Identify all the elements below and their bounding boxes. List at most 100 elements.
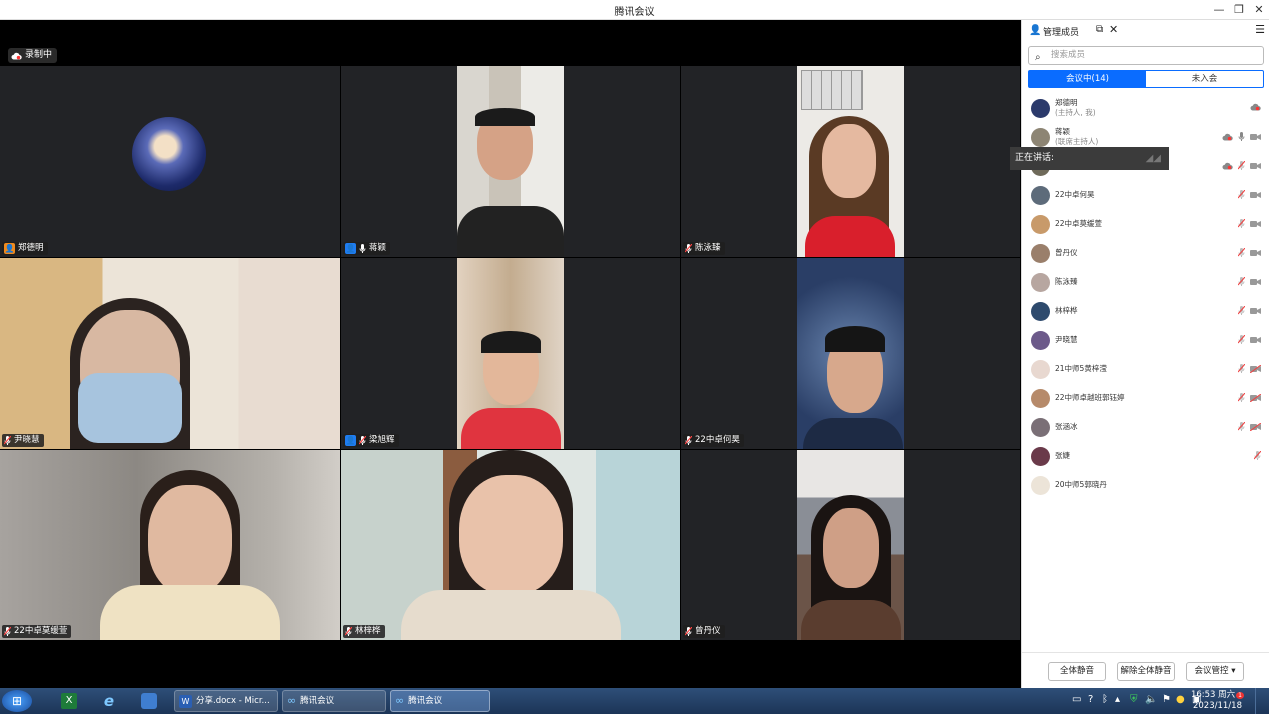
search-icon: ⌕ <box>1035 52 1041 63</box>
member-row[interactable]: 陈泳臻 <box>1022 268 1269 297</box>
video-tile[interactable]: 22中卓何昊 <box>681 258 1021 450</box>
camera-off-icon[interactable] <box>1249 393 1262 404</box>
video-tile[interactable]: 👤 蒋颖 <box>341 66 681 258</box>
excel-taskbar-icon[interactable]: X <box>52 690 86 712</box>
clock[interactable]: 16:53 周六 1 2023/11/18 <box>1191 690 1244 712</box>
bluetooth-icon[interactable]: ᛒ <box>1102 694 1108 705</box>
mic-muted-icon[interactable] <box>1237 160 1246 172</box>
video-tile[interactable]: 陈泳臻 <box>681 66 1021 258</box>
name-tag: 22中卓莫缓萱 <box>2 625 72 638</box>
member-row[interactable]: 张婕 <box>1022 442 1269 471</box>
tab-not-joined[interactable]: 未入会 <box>1146 71 1263 87</box>
camera-icon[interactable] <box>1250 133 1261 143</box>
avatar <box>1031 186 1050 205</box>
member-row[interactable]: 22中卓莫缓萱 <box>1022 210 1269 239</box>
camera-icon[interactable] <box>1250 336 1261 346</box>
member-row[interactable]: 郑德明 (主持人, 我) <box>1022 94 1269 123</box>
name-tag: 曾丹仪 <box>683 625 725 638</box>
speaking-tooltip: 正在讲话: ◢◢ <box>1010 147 1169 170</box>
mic-muted-icon[interactable] <box>1253 450 1262 462</box>
member-row[interactable]: 21中师5黄梓滢 <box>1022 355 1269 384</box>
participant-name: 蒋颖 <box>369 243 387 253</box>
member-name: 林梓桦 <box>1055 306 1078 315</box>
close-panel-icon[interactable]: ✕ <box>1109 23 1118 36</box>
member-row[interactable]: 尹晓慧 <box>1022 326 1269 355</box>
avatar <box>1031 215 1050 234</box>
member-name: 郑德明 <box>1055 98 1078 107</box>
camera-icon[interactable] <box>1250 220 1261 230</box>
taskbar-item-meeting[interactable]: ∞ 腾讯会议 <box>282 690 386 712</box>
member-row[interactable]: 20中师5郭晓丹 <box>1022 471 1269 500</box>
face <box>148 485 232 595</box>
video-feed <box>457 258 564 449</box>
member-name: 22中卓何昊 <box>1055 190 1095 199</box>
taskbar-item-label: 腾讯会议 <box>300 696 335 706</box>
video-tile[interactable]: 曾丹仪 <box>681 450 1021 641</box>
body <box>401 590 621 640</box>
mic-muted-icon[interactable] <box>1237 305 1246 317</box>
member-name-block: 22中师卓越班郭钰婷 <box>1055 393 1125 403</box>
mic-muted-icon[interactable] <box>1237 421 1246 433</box>
panel-title: 管理成员 <box>1043 28 1080 38</box>
clock-date: 2023/11/18 <box>1192 701 1242 711</box>
tray-expand-icon[interactable]: ▴ <box>1115 694 1120 705</box>
cohost-icon: 👤 <box>345 243 356 254</box>
mic-muted-icon <box>3 626 12 636</box>
mic-muted-icon <box>344 626 353 636</box>
mute-all-button[interactable]: 全体静音 <box>1048 662 1106 681</box>
keyboard-icon[interactable]: ▭ <box>1072 694 1081 705</box>
mask <box>78 373 182 443</box>
camera-off-icon[interactable] <box>1249 422 1262 433</box>
video-tile[interactable]: 林梓桦 <box>341 450 681 641</box>
member-row[interactable]: 林梓桦 <box>1022 297 1269 326</box>
video-tile[interactable]: 👤 郑德明 <box>0 66 341 258</box>
mic-muted-icon[interactable] <box>1237 247 1246 259</box>
help-icon[interactable]: ? <box>1088 694 1093 705</box>
member-row[interactable]: 22中卓何昊 <box>1022 181 1269 210</box>
camera-off-icon[interactable] <box>1249 364 1262 375</box>
mic-muted-icon[interactable] <box>1237 334 1246 346</box>
restore-button[interactable]: ❐ <box>1230 2 1248 18</box>
member-name: 22中卓莫缓萱 <box>1055 219 1103 228</box>
member-row[interactable]: 22中师卓越班郭钰婷 <box>1022 384 1269 413</box>
window-title: 腾讯会议 <box>614 7 655 18</box>
ie-taskbar-icon[interactable]: e <box>92 690 126 712</box>
mic-muted-icon[interactable] <box>1237 189 1246 201</box>
board <box>801 70 863 110</box>
avatar <box>1031 360 1050 379</box>
taskbar-item-meeting-active[interactable]: ∞ 腾讯会议 <box>390 690 490 712</box>
flag-icon[interactable]: ⚑ <box>1162 694 1171 705</box>
close-button[interactable]: ✕ <box>1250 2 1268 18</box>
volume-icon[interactable]: 🔈 <box>1145 694 1157 705</box>
recording-badge[interactable]: 录制中 <box>8 48 58 63</box>
unmute-all-button[interactable]: 解除全体静音 <box>1117 662 1175 681</box>
camera-icon[interactable] <box>1250 307 1261 317</box>
mic-muted-icon[interactable] <box>1237 276 1246 288</box>
mic-icon[interactable] <box>1238 132 1245 143</box>
mic-muted-icon[interactable] <box>1237 392 1246 404</box>
camera-icon[interactable] <box>1250 162 1261 172</box>
camera-icon[interactable] <box>1250 191 1261 201</box>
taskbar-item-doc[interactable]: W 分享.docx - Micr... <box>174 690 278 712</box>
video-tile[interactable]: 22中卓莫缓萱 <box>0 450 341 641</box>
search-input[interactable]: ⌕ 搜索成员 <box>1028 46 1264 65</box>
camera-icon[interactable] <box>1250 278 1261 288</box>
show-desktop-button[interactable] <box>1255 688 1267 714</box>
video-tile[interactable]: 尹晓慧 <box>0 258 341 450</box>
security-icon[interactable]: ⛨ <box>1130 694 1138 705</box>
meeting-control-button[interactable]: 会议管控 ▾ <box>1186 662 1244 681</box>
video-tile[interactable]: 👤 梁旭辉 <box>341 258 681 450</box>
app-taskbar-icon[interactable] <box>132 690 166 712</box>
member-row[interactable]: 曾丹仪 <box>1022 239 1269 268</box>
popout-icon[interactable]: ⧉ <box>1096 24 1103 35</box>
camera-icon[interactable] <box>1250 249 1261 259</box>
menu-icon[interactable]: ☰ <box>1255 23 1265 36</box>
tab-in-meeting[interactable]: 会议中(14) <box>1029 71 1146 87</box>
start-button[interactable]: ⊞ <box>2 690 32 712</box>
mic-muted-icon[interactable] <box>1237 363 1246 375</box>
minimize-button[interactable]: — <box>1210 2 1228 18</box>
participant-name: 22中卓莫缓萱 <box>14 626 68 636</box>
ime-icon[interactable]: ● <box>1176 694 1185 705</box>
member-row[interactable]: 张涵冰 <box>1022 413 1269 442</box>
mic-muted-icon[interactable] <box>1237 218 1246 230</box>
